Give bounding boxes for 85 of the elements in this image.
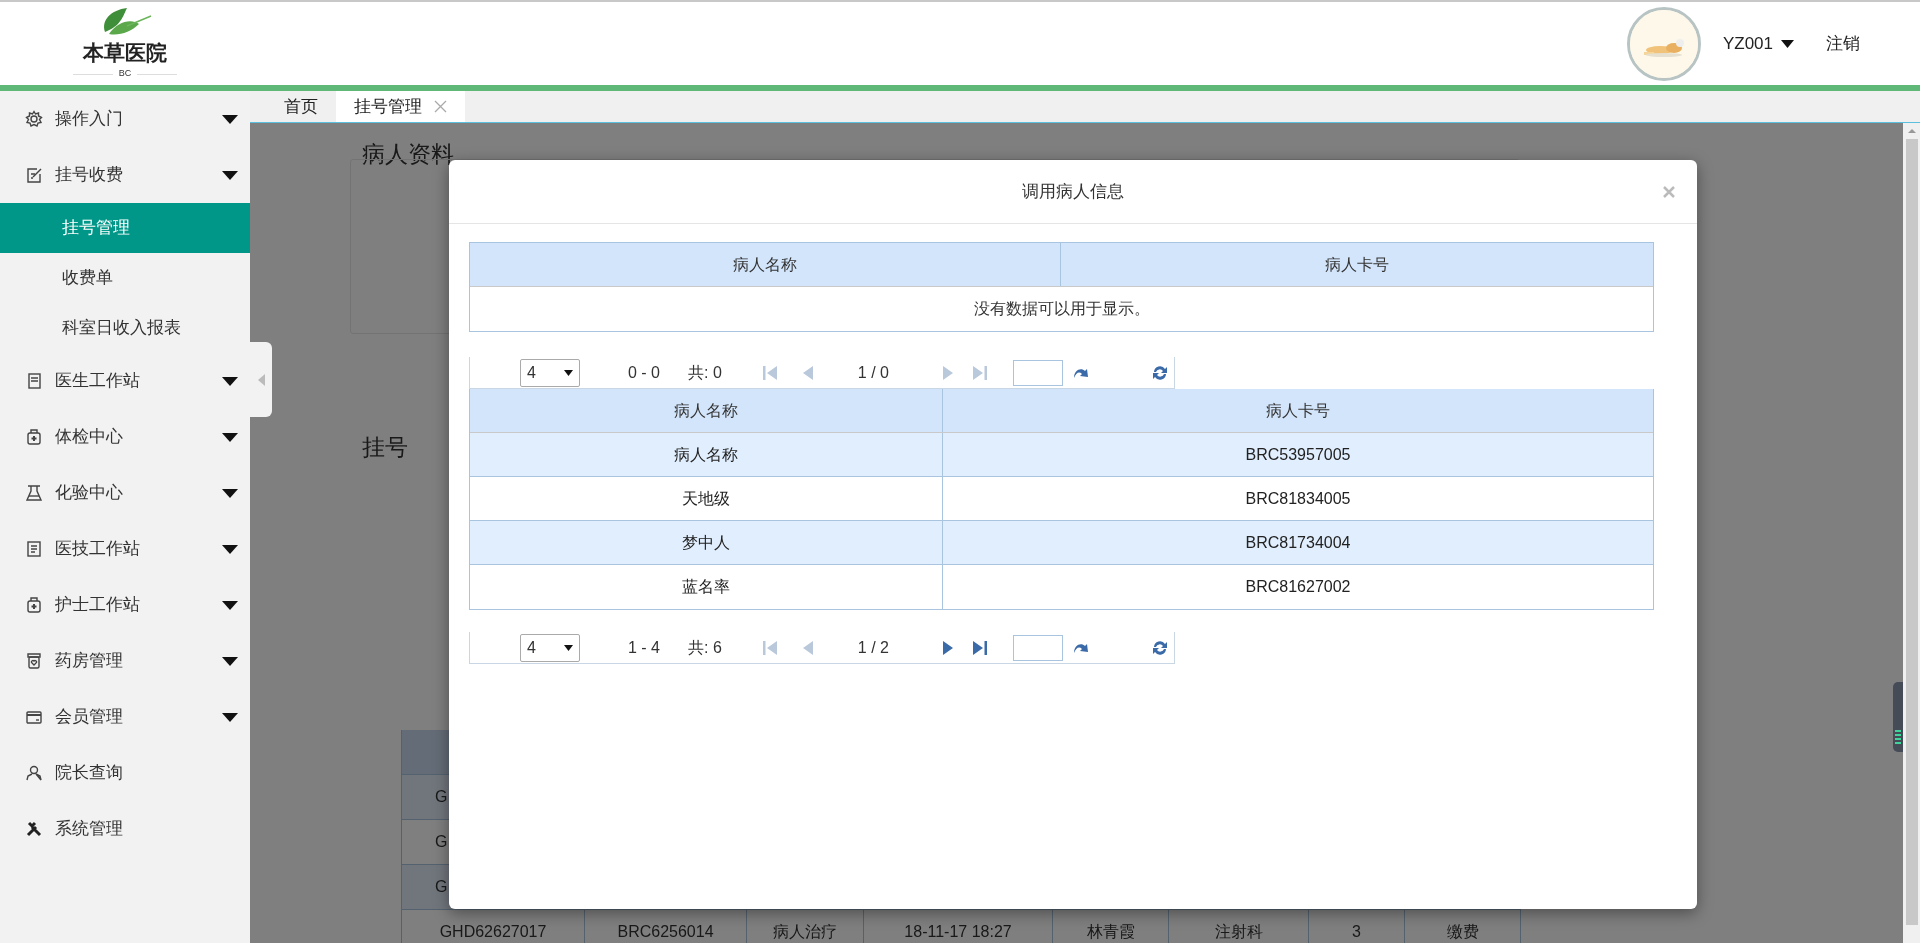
pill-box-icon [25, 652, 43, 670]
table-cell: BRC6256014 [585, 910, 747, 943]
table-cell[interactable]: 蓝名率 [470, 565, 943, 609]
table-cell: 18-11-17 18:27 [864, 910, 1053, 943]
modal-title: 调用病人信息 [1022, 180, 1124, 203]
caret-down-icon [222, 712, 238, 722]
first-page-icon[interactable] [761, 638, 780, 657]
menu-item[interactable]: 挂号收费 [0, 147, 250, 203]
tab[interactable]: 首页 [266, 91, 336, 122]
edit-icon [25, 166, 43, 184]
caret-down-icon [222, 170, 238, 180]
menu-item[interactable]: 体检中心 [0, 409, 250, 465]
caret-down-icon [1781, 39, 1794, 48]
caret-down-icon [222, 544, 238, 554]
column-header: 病人卡号 [1265, 400, 1331, 421]
table-cell: 林青霞 [1053, 910, 1169, 943]
table-cell: GHD62627017 [402, 910, 585, 943]
submenu-item[interactable]: 科室日收入报表 [0, 303, 250, 353]
table-cell: 注射科 [1169, 910, 1309, 943]
refresh-icon[interactable] [1150, 363, 1169, 382]
card-icon [25, 708, 43, 726]
triangle-left-icon [257, 373, 265, 386]
menu-item[interactable]: 系统管理 [0, 801, 250, 857]
column-header: 病人名称 [470, 389, 943, 432]
collapse-handle[interactable] [250, 342, 272, 417]
menu-item[interactable]: 药房管理 [0, 633, 250, 689]
logo-text: 本草医院 [83, 40, 167, 67]
list-icon [25, 540, 43, 558]
close-icon[interactable] [1663, 186, 1675, 198]
person-icon [25, 764, 43, 782]
table-cell[interactable]: BRC53957005 [943, 433, 1653, 476]
table-cell: 病人治疗 [747, 910, 864, 943]
table-cell: 3 [1309, 910, 1405, 943]
menu-item[interactable]: 医技工作站 [0, 521, 250, 577]
first-page-icon[interactable] [761, 363, 780, 382]
page-indicator: 1 / 2 [857, 637, 890, 658]
menu-item[interactable]: 操作入门 [0, 91, 250, 147]
caret-down-icon [222, 656, 238, 666]
submenu-item[interactable]: 收费单 [0, 253, 250, 303]
table-cell[interactable]: 梦中人 [470, 521, 943, 564]
user-menu[interactable]: YZ001 [1722, 30, 1794, 57]
empty-message: 没有数据可以用于显示。 [973, 299, 1150, 319]
record-total: 共: 0 [688, 362, 722, 383]
column-header: 病人卡号 [1324, 254, 1390, 275]
logo-subtitle: BC [118, 67, 132, 81]
table-cell[interactable]: 病人名称 [470, 433, 943, 476]
record-range: 0 - 0 [628, 362, 660, 383]
table-cell[interactable]: BRC81734004 [943, 521, 1653, 564]
tab[interactable]: 挂号管理 [336, 91, 465, 122]
page-size-select[interactable]: 4 [520, 358, 580, 387]
table-cell[interactable]: BRC81627002 [943, 565, 1653, 609]
table-cell: 缴费 [1405, 910, 1521, 943]
scrollbar[interactable] [1903, 123, 1920, 943]
logout-link[interactable]: 注销 [1826, 30, 1860, 57]
menu-item[interactable]: 医生工作站 [0, 353, 250, 409]
table-cell[interactable]: 天地级 [470, 477, 943, 520]
page-input[interactable] [1012, 634, 1063, 661]
menu-item[interactable]: 会员管理 [0, 689, 250, 745]
table-cell[interactable]: BRC81834005 [943, 477, 1653, 520]
medkit-icon [25, 428, 43, 446]
record-total: 共: 6 [688, 637, 722, 658]
flask-icon [25, 484, 43, 502]
caret-down-icon [222, 114, 238, 124]
document-icon [25, 372, 43, 390]
menu-item[interactable]: 化验中心 [0, 465, 250, 521]
record-range: 1 - 4 [628, 637, 660, 658]
caret-down-icon [222, 600, 238, 610]
caret-down-icon [564, 369, 573, 376]
caret-down-icon [564, 644, 573, 651]
floating-widget[interactable] [1893, 682, 1903, 752]
page-input[interactable] [1012, 359, 1063, 386]
page-indicator: 1 / 0 [857, 362, 890, 383]
section-heading: 挂号 [362, 432, 408, 462]
column-header: 病人名称 [470, 243, 1061, 286]
medkit-icon [25, 596, 43, 614]
caret-down-icon [222, 432, 238, 442]
menu-item[interactable]: 院长查询 [0, 745, 250, 801]
caret-down-icon [222, 488, 238, 498]
gear-icon [25, 110, 43, 128]
submenu-item[interactable]: 挂号管理 [0, 203, 250, 253]
close-icon[interactable] [434, 100, 447, 113]
menu-item[interactable]: 护士工作站 [0, 577, 250, 633]
caret-down-icon [222, 376, 238, 386]
page-size-select[interactable]: 4 [520, 633, 580, 662]
refresh-icon[interactable] [1150, 638, 1169, 657]
